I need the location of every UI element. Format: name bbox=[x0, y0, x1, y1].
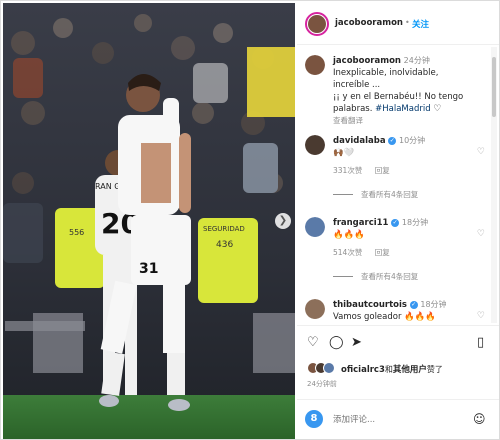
heart-icon[interactable]: ♡ bbox=[307, 336, 319, 349]
view-replies-label[interactable]: 查看所有4条回复 bbox=[361, 271, 418, 282]
comment-meta: 514次赞 回复 bbox=[333, 247, 400, 258]
comment-likes[interactable]: 514次赞 bbox=[333, 248, 362, 257]
verified-badge-icon: ✓ bbox=[409, 300, 418, 309]
author-username[interactable]: jacobooramon bbox=[335, 18, 403, 28]
caption-time: 24分钟 bbox=[403, 56, 430, 65]
post-window: 556 SEGURIDAD 436 RAN GAR 20 31 ❯ jacobo… bbox=[0, 0, 500, 440]
view-replies-label[interactable]: 查看所有4条回复 bbox=[361, 189, 418, 200]
header-separator: • bbox=[405, 18, 410, 27]
post-header: jacobooramon • 关注 bbox=[297, 3, 499, 45]
caption: jacobooramon 24分钟 Inexplicable, inolvida… bbox=[297, 53, 491, 126]
comment-text: thibautcourtois ✓ 18分钟 Vamos goleador 🔥🔥… bbox=[333, 299, 475, 323]
heart-icon[interactable]: ♡ bbox=[477, 147, 485, 157]
liked-by-avatars[interactable] bbox=[307, 362, 337, 376]
heart-icon[interactable]: ♡ bbox=[433, 104, 441, 114]
verified-badge-icon: ✓ bbox=[391, 218, 400, 227]
comment-body: Vamos goleador 🔥🔥🔥 bbox=[333, 312, 436, 322]
comment-likes[interactable]: 331次赞 bbox=[333, 166, 362, 175]
comment-icon[interactable]: ◯ bbox=[329, 336, 344, 349]
other-likers-link[interactable]: 其他用户 bbox=[393, 365, 427, 375]
comment-time: 10分钟 bbox=[398, 136, 426, 145]
translate-link[interactable]: 查看翻译 bbox=[333, 115, 373, 126]
commenter-avatar[interactable] bbox=[305, 135, 325, 155]
liker-username[interactable]: oficialrc3 bbox=[341, 365, 385, 375]
comment-item: davidalaba ✓ 10分钟 🙌🏾🤍 ♡ 331次赞 回复 查看所有4条回… bbox=[297, 133, 491, 205]
scrollbar-thumb[interactable] bbox=[492, 57, 496, 117]
comment-time: 18分钟 bbox=[401, 218, 429, 227]
add-comment-bar: 8 ☺ bbox=[297, 399, 499, 439]
commenter-username[interactable]: frangarci11 bbox=[333, 218, 388, 228]
follow-button[interactable]: 关注 bbox=[412, 18, 429, 30]
liker-avatar bbox=[323, 362, 335, 374]
comment-input[interactable] bbox=[333, 412, 463, 428]
author-avatar[interactable] bbox=[305, 12, 329, 36]
translate-label[interactable]: 查看翻译 bbox=[333, 116, 363, 125]
vest-number-left: 556 bbox=[69, 228, 84, 237]
comment-body: 🔥🔥🔥 bbox=[333, 230, 365, 240]
commenter-username[interactable]: thibautcourtois bbox=[333, 300, 407, 310]
comment-body: 🙌🏾🤍 bbox=[333, 148, 355, 158]
comment-text: davidalaba ✓ 10分钟 🙌🏾🤍 bbox=[333, 135, 475, 159]
post-photo[interactable]: 556 SEGURIDAD 436 RAN GAR 20 31 ❯ bbox=[3, 3, 295, 439]
photo-illustration: 556 SEGURIDAD 436 RAN GAR 20 31 bbox=[3, 3, 295, 439]
comments-list[interactable]: jacobooramon 24分钟 Inexplicable, inolvida… bbox=[297, 47, 491, 323]
replies-line bbox=[333, 194, 353, 195]
comment-time: 18分钟 bbox=[420, 300, 447, 309]
reply-button[interactable]: 回复 bbox=[375, 166, 390, 175]
shorts-number: 31 bbox=[139, 261, 158, 277]
caption-line-3: palabras. bbox=[333, 104, 373, 114]
comments-scrollbar[interactable] bbox=[491, 47, 497, 323]
reply-button[interactable]: 回复 bbox=[375, 248, 390, 257]
commenter-avatar[interactable] bbox=[305, 299, 325, 319]
caption-username[interactable]: jacobooramon bbox=[333, 56, 401, 66]
replies-line bbox=[333, 276, 353, 277]
comment-text: frangarci11 ✓ 18分钟 🔥🔥🔥 bbox=[333, 217, 475, 241]
chevron-right-icon[interactable]: ❯ bbox=[275, 213, 291, 229]
caption-line-1: Inexplicable, inolvidable, increíble ... bbox=[333, 68, 439, 90]
vest-label: SEGURIDAD bbox=[203, 225, 245, 233]
view-replies-button[interactable]: 查看所有4条回复 bbox=[333, 189, 418, 200]
vest-number: 436 bbox=[216, 240, 233, 250]
heart-icon[interactable]: ♡ bbox=[477, 229, 485, 239]
comment-meta: 331次赞 回复 bbox=[333, 165, 400, 176]
caption-text: jacobooramon 24分钟 Inexplicable, inolvida… bbox=[333, 55, 475, 115]
likes-and: 和 bbox=[384, 365, 393, 374]
commenter-username[interactable]: davidalaba bbox=[333, 136, 386, 146]
view-replies-button[interactable]: 查看所有4条回复 bbox=[333, 271, 418, 282]
emoji-icon[interactable]: ☺ bbox=[473, 412, 486, 426]
verified-badge-icon: ✓ bbox=[388, 136, 397, 145]
comment-item: frangarci11 ✓ 18分钟 🔥🔥🔥 ♡ 514次赞 回复 查看所有4条… bbox=[297, 215, 491, 287]
post-sidebar: jacobooramon • 关注 jacobooramon 24分钟 Inex… bbox=[297, 3, 499, 439]
hashtag-link[interactable]: #HalaMadrid bbox=[375, 104, 430, 114]
share-icon[interactable]: ➤ bbox=[351, 336, 362, 349]
comment-item: thibautcourtois ✓ 18分钟 Vamos goleador 🔥🔥… bbox=[297, 297, 491, 323]
likes-summary: oficialrc3和其他用户赞了 bbox=[341, 363, 443, 375]
commenter-avatar[interactable] bbox=[305, 217, 325, 237]
heart-icon[interactable]: ♡ bbox=[477, 311, 485, 321]
post-timestamp: 24分钟前 bbox=[307, 380, 337, 388]
caption-avatar[interactable] bbox=[305, 55, 325, 75]
bookmark-icon[interactable]: ▯ bbox=[477, 336, 484, 349]
caption-line-2: ¡¡ y en el Bernabéu!! No tengo bbox=[333, 92, 464, 102]
current-user-avatar: 8 bbox=[305, 410, 323, 428]
post-actions: ♡ ◯ ➤ ▯ oficialrc3和其他用户赞了 24分钟前 bbox=[297, 325, 499, 395]
likes-suffix: 赞了 bbox=[426, 365, 443, 374]
